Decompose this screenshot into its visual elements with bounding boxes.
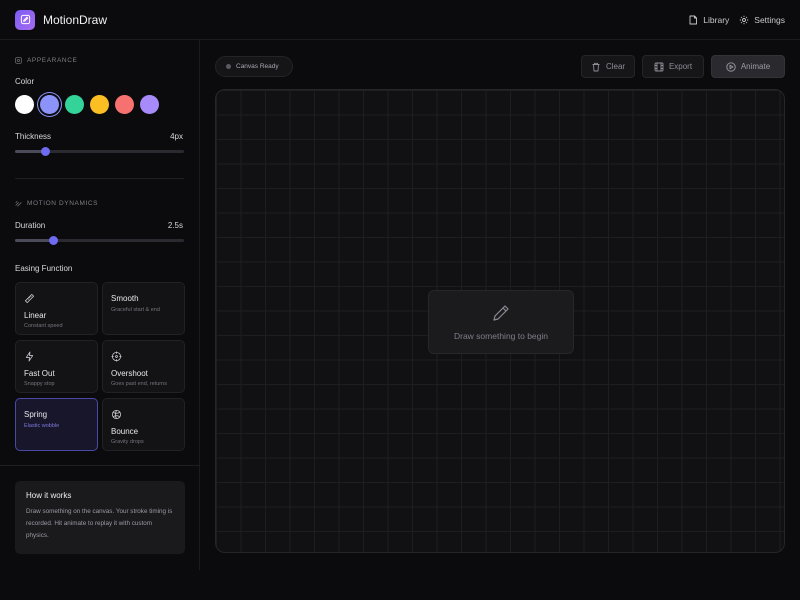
how-it-works-text: Draw something on the canvas. Your strok… bbox=[26, 508, 173, 539]
easing-desc: Graceful start & end bbox=[111, 307, 160, 313]
easing-card-overshoot[interactable]: Overshoot Goes past end, returns bbox=[102, 340, 185, 393]
pencil-icon bbox=[493, 305, 509, 321]
crosshair-icon bbox=[111, 351, 122, 362]
easing-desc: Constant speed bbox=[24, 323, 63, 329]
ruler-icon bbox=[24, 293, 35, 304]
sidebar: APPEARANCE Color Thickness 4px MOTION DY… bbox=[0, 40, 200, 570]
thickness-slider[interactable] bbox=[15, 147, 184, 156]
color-swatch[interactable] bbox=[15, 95, 34, 114]
section-divider bbox=[0, 465, 199, 466]
app-logo-icon bbox=[15, 9, 35, 30]
trash-icon bbox=[592, 62, 600, 71]
color-label: Color bbox=[15, 77, 35, 86]
easing-desc: Elastic wobble bbox=[24, 423, 60, 429]
empty-state-text: Draw something to begin bbox=[453, 331, 549, 341]
gear-icon bbox=[740, 15, 749, 24]
duration-value: 2.5s bbox=[167, 221, 183, 230]
easing-name: Bounce bbox=[111, 427, 139, 436]
how-it-works-title: How it works bbox=[26, 491, 72, 500]
easing-name: Spring bbox=[24, 410, 48, 419]
library-link[interactable]: Library bbox=[688, 15, 729, 25]
color-swatch[interactable] bbox=[90, 95, 109, 114]
status-dot bbox=[226, 64, 231, 69]
easing-name: Overshoot bbox=[111, 369, 148, 378]
easing-desc: Gravity drops bbox=[111, 439, 144, 445]
easing-card-bounce[interactable]: Bounce Gravity drops bbox=[102, 398, 185, 451]
book-icon bbox=[689, 15, 698, 24]
animate-button[interactable]: Animate bbox=[711, 55, 785, 78]
easing-card-spring[interactable]: Spring Elastic wobble bbox=[15, 398, 98, 451]
canvas-status-badge: Canvas Ready bbox=[215, 56, 293, 77]
appearance-section-title: APPEARANCE bbox=[15, 57, 77, 64]
thickness-label: Thickness bbox=[15, 132, 52, 141]
easing-card-linear[interactable]: Linear Constant speed bbox=[15, 282, 98, 335]
section-divider bbox=[15, 178, 184, 179]
export-button[interactable]: Export bbox=[642, 55, 704, 78]
lightning-icon bbox=[25, 351, 34, 362]
palette-icon bbox=[15, 57, 22, 64]
status-text: Canvas Ready bbox=[236, 63, 279, 70]
clear-label: Clear bbox=[605, 62, 626, 71]
canvas-empty-state: Draw something to begin bbox=[428, 290, 574, 354]
color-swatches bbox=[15, 95, 159, 114]
duration-slider-thumb[interactable] bbox=[49, 236, 59, 245]
easing-desc: Goes past end, returns bbox=[111, 381, 167, 387]
easing-card-smooth[interactable]: Smooth Graceful start & end bbox=[102, 282, 185, 335]
color-swatch[interactable] bbox=[40, 95, 59, 114]
app-header: MotionDraw Library Settings bbox=[0, 0, 800, 40]
thickness-value: 4px bbox=[170, 132, 183, 141]
color-swatch[interactable] bbox=[115, 95, 134, 114]
easing-grid: Linear Constant speed Smooth Graceful st… bbox=[15, 282, 185, 451]
app-title: MotionDraw bbox=[43, 12, 108, 27]
easing-desc: Snappy stop bbox=[24, 381, 55, 387]
how-it-works-panel: How it works Draw something on the canva… bbox=[15, 481, 185, 554]
color-swatch[interactable] bbox=[140, 95, 159, 114]
easing-name: Linear bbox=[24, 311, 47, 320]
settings-link[interactable]: Settings bbox=[739, 15, 785, 25]
motion-section-title: MOTION DYNAMICS bbox=[15, 200, 98, 207]
thickness-slider-thumb[interactable] bbox=[40, 147, 50, 156]
easing-name: Smooth bbox=[111, 294, 139, 303]
duration-label: Duration bbox=[15, 221, 46, 230]
motion-icon bbox=[15, 200, 22, 207]
color-swatch[interactable] bbox=[65, 95, 84, 114]
film-icon bbox=[654, 62, 664, 71]
play-icon bbox=[726, 61, 736, 72]
clear-button[interactable]: Clear bbox=[581, 55, 635, 78]
export-label: Export bbox=[668, 62, 693, 71]
library-label: Library bbox=[703, 14, 730, 25]
ball-icon bbox=[111, 409, 122, 420]
duration-slider-fill bbox=[15, 239, 54, 242]
easing-name: Fast Out bbox=[24, 369, 55, 378]
easing-label: Easing Function bbox=[15, 264, 73, 273]
duration-slider[interactable] bbox=[15, 236, 184, 245]
animate-label: Animate bbox=[740, 62, 771, 71]
drawing-canvas[interactable]: Draw something to begin bbox=[215, 89, 785, 553]
easing-card-fast-out[interactable]: Fast Out Snappy stop bbox=[15, 340, 98, 393]
settings-label: Settings bbox=[754, 14, 785, 25]
